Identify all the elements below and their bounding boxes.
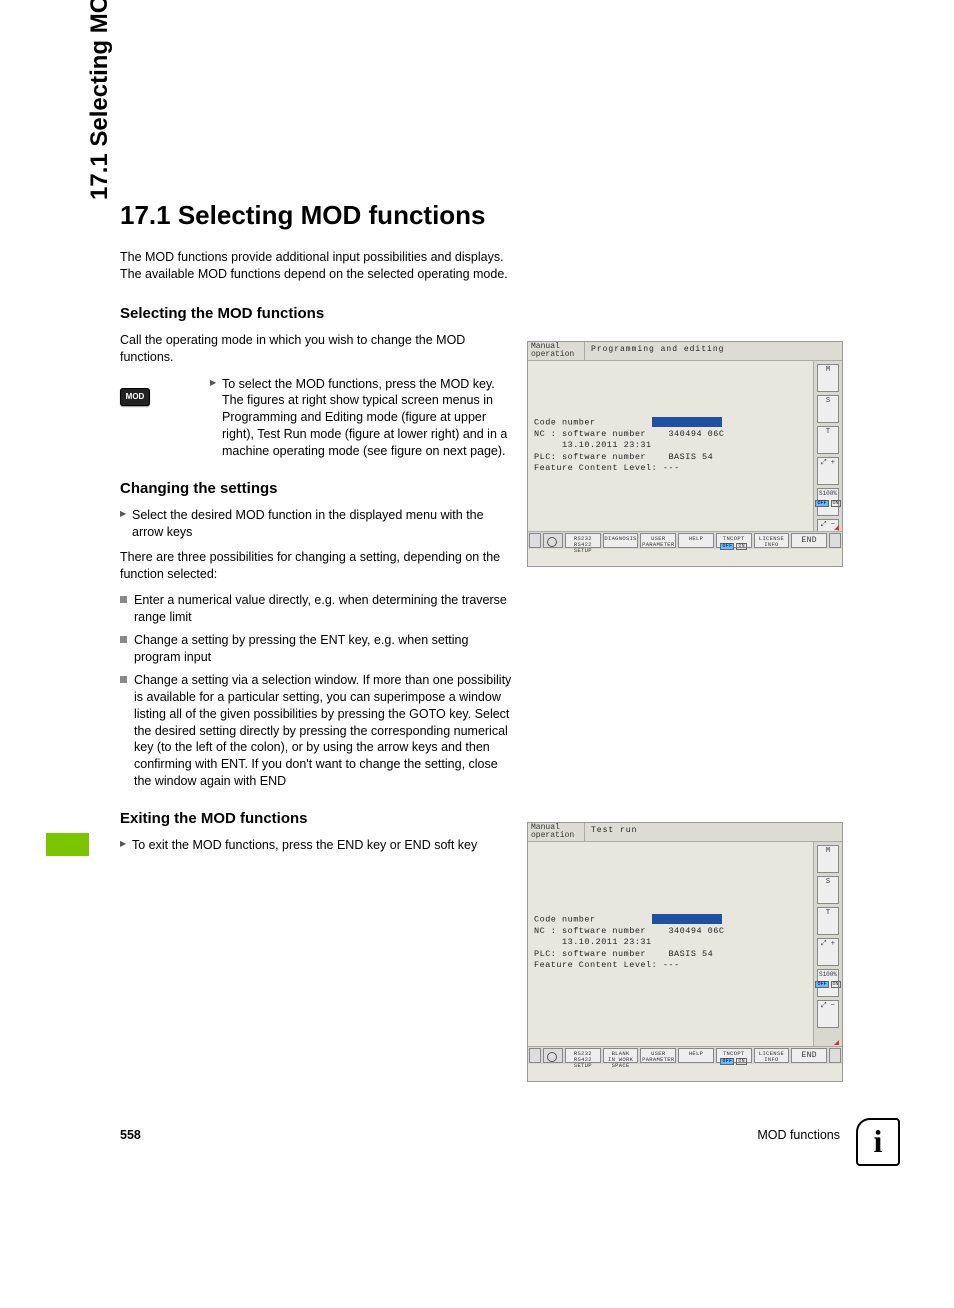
- figure-top-mode: Manual operation: [528, 342, 585, 360]
- softkey-license-info[interactable]: LICENSE INFO: [754, 1048, 790, 1063]
- side-icon-s100[interactable]: S100%OFFON: [817, 969, 839, 997]
- main-content: 17.1 Selecting MOD functions The MOD fun…: [120, 200, 515, 862]
- softkey-user-parameter[interactable]: USER PARAMETER: [640, 1048, 676, 1063]
- softkey-license-info[interactable]: LICENSE INFO: [754, 533, 790, 548]
- side-tab-marker: [46, 833, 89, 856]
- softkey-scroll-left[interactable]: [529, 1048, 541, 1063]
- figure-bot-text: Code number NC : software number 340494 …: [534, 914, 724, 972]
- softkey-user-parameter[interactable]: USER PARAMETER: [640, 533, 676, 548]
- section-exiting-title: Exiting the MOD functions: [120, 810, 515, 827]
- softkey-help[interactable]: HELP: [678, 1048, 714, 1063]
- softkey-dial-icon[interactable]: [543, 533, 563, 548]
- intro-text: The MOD functions provide additional inp…: [120, 249, 515, 283]
- softkey-scroll-right[interactable]: [829, 1048, 841, 1063]
- side-icon-plus[interactable]: ⤢ +: [817, 938, 839, 966]
- figure-bot-mode: Manual operation: [528, 823, 585, 841]
- softkey-end[interactable]: END: [791, 533, 827, 548]
- softkey-blank-in-work[interactable]: BLANK IN WORK SPACE: [603, 1048, 639, 1063]
- footer-label: MOD functions: [757, 1128, 840, 1142]
- text-cursor: [652, 417, 722, 427]
- side-tab: 17.1 Selecting MOD functions: [86, 0, 114, 200]
- softkey-diagnosis[interactable]: DIAGNOSIS: [603, 533, 639, 548]
- changing-para: There are three possibilities for changi…: [120, 549, 515, 583]
- page-footer: 558 MOD functions: [120, 1128, 840, 1142]
- mod-key-bullet: To select the MOD functions, press the M…: [210, 376, 515, 460]
- figure-bot-title: Test run: [585, 823, 842, 841]
- softkey-scroll-left[interactable]: [529, 533, 541, 548]
- softkey-help[interactable]: HELP: [678, 533, 714, 548]
- page-title: 17.1 Selecting MOD functions: [120, 200, 515, 231]
- page-number: 558: [120, 1128, 141, 1142]
- changing-item-2: Change a setting by pressing the ENT key…: [120, 632, 515, 666]
- side-icon-s[interactable]: S: [817, 876, 839, 904]
- figure-programming-editing: Manual operation Programming and editing…: [527, 341, 843, 567]
- exiting-arrow: To exit the MOD functions, press the END…: [120, 837, 515, 854]
- side-icon-m[interactable]: M: [817, 845, 839, 873]
- section-changing-title: Changing the settings: [120, 480, 515, 497]
- side-icon-t[interactable]: T: [817, 907, 839, 935]
- figure-bot-side-icons: M S T ⤢ + S100%OFFON ⤢ −: [813, 842, 842, 1064]
- softkey-rs232[interactable]: RS232 RS422 SETUP: [565, 533, 601, 548]
- changing-arrow: Select the desired MOD function in the d…: [120, 507, 515, 541]
- figure-top-header: Manual operation Programming and editing: [528, 342, 842, 361]
- side-icon-s100[interactable]: S100%OFFON: [817, 488, 839, 516]
- mod-key-icon: MOD: [120, 388, 150, 406]
- side-icon-s[interactable]: S: [817, 395, 839, 423]
- section-selecting-para: Call the operating mode in which you wis…: [120, 332, 515, 366]
- softkey-tncopt[interactable]: TNCOPTOFFON: [716, 1048, 752, 1063]
- changing-item-1: Enter a numerical value directly, e.g. w…: [120, 592, 515, 626]
- side-icon-minus[interactable]: ⤢ −: [817, 1000, 839, 1028]
- info-icon: i: [856, 1118, 900, 1166]
- side-icon-m[interactable]: M: [817, 364, 839, 392]
- figure-top-text: Code number NC : software number 340494 …: [534, 417, 724, 475]
- section-selecting-title: Selecting the MOD functions: [120, 305, 515, 322]
- softkey-end[interactable]: END: [791, 1048, 827, 1063]
- side-icon-t[interactable]: T: [817, 426, 839, 454]
- softkey-dial-icon[interactable]: [543, 1048, 563, 1063]
- figure-top-softkeys: RS232 RS422 SETUP DIAGNOSIS USER PARAMET…: [528, 531, 842, 549]
- softkey-rs232[interactable]: RS232 RS422 SETUP: [565, 1048, 601, 1063]
- side-icon-plus[interactable]: ⤢ +: [817, 457, 839, 485]
- softkey-scroll-right[interactable]: [829, 533, 841, 548]
- mod-key-instruction: To select the MOD functions, press the M…: [210, 376, 515, 460]
- softkey-tncopt[interactable]: TNCOPTOFFON: [716, 533, 752, 548]
- text-cursor: [652, 914, 722, 924]
- figure-test-run: Manual operation Test run Code number NC…: [527, 822, 843, 1082]
- changing-item-3: Change a setting via a selection window.…: [120, 672, 515, 790]
- figure-top-title: Programming and editing: [585, 342, 842, 360]
- figure-bot-header: Manual operation Test run: [528, 823, 842, 842]
- figure-bot-softkeys: RS232 RS422 SETUP BLANK IN WORK SPACE US…: [528, 1046, 842, 1064]
- figure-top-side-icons: M S T ⤢ + S100%OFFON ⤢ −: [813, 361, 842, 549]
